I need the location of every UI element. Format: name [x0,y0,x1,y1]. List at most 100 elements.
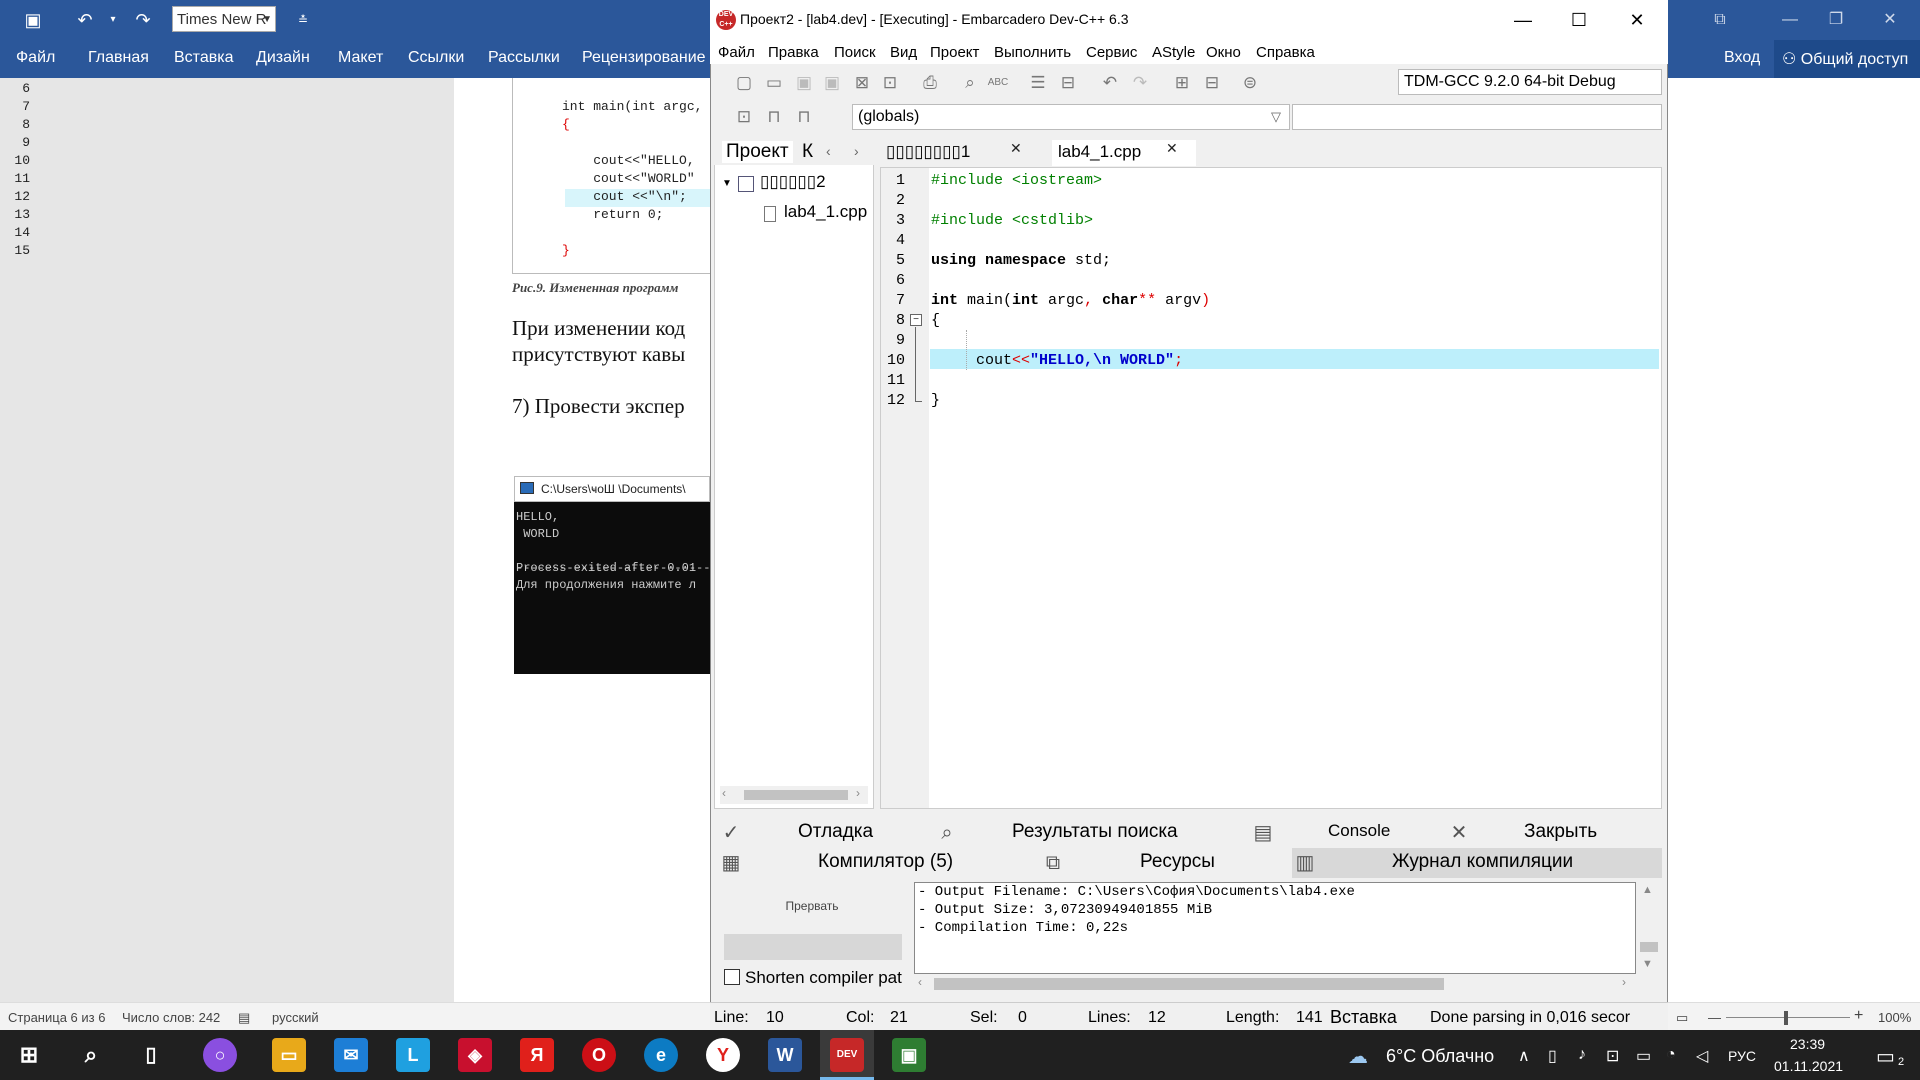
minimize-icon[interactable]: — [1770,6,1810,34]
input-language[interactable]: РУС [1728,1048,1756,1064]
customize-qat-icon[interactable]: ≛ [290,8,316,32]
alice-icon[interactable]: ○ [203,1038,237,1072]
close-tab-icon[interactable]: ✕ [1010,140,1022,157]
clock-time[interactable]: 23:39 [1790,1036,1825,1052]
chevron-left-icon[interactable]: ‹ [918,975,922,989]
globals-select[interactable]: (globals) ▽ [852,104,1290,130]
tab-search-results[interactable]: Результаты поиска [1012,821,1178,843]
ribbon-tab-mailings[interactable]: Рассылки [488,49,560,67]
proofing-icon[interactable]: ▤ [238,1010,250,1026]
device-icon[interactable]: ▯ [1548,1046,1557,1066]
redo-icon[interactable]: ↷ [1128,71,1152,95]
microphone-icon[interactable]: ♪ [1578,1046,1586,1064]
tab-console[interactable]: Console [1328,821,1390,841]
mail-icon[interactable]: ✉ [334,1038,368,1072]
close-all-icon[interactable]: ⊡ [878,71,902,95]
tree-file[interactable]: lab4_1.cpp [784,202,867,222]
ribbon-tab-file[interactable]: Файл [16,49,55,67]
undo-icon[interactable]: ↶ [72,8,98,32]
redo-icon[interactable]: ↷ [130,8,156,32]
close-file-icon[interactable]: ⊠ [850,71,874,95]
close-icon[interactable]: ✕ [1614,6,1660,34]
goto-icon[interactable]: ⊜ [1238,71,1262,95]
app-window-icon[interactable]: ▣ [892,1038,926,1072]
view-mode-icon[interactable]: ▭ [1676,1010,1688,1026]
menu-edit[interactable]: Правка [768,44,819,61]
zoom-out-icon[interactable]: — [1708,1010,1721,1025]
replace-icon[interactable]: ABC [986,71,1010,95]
yandex-icon[interactable]: Я [520,1038,554,1072]
ribbon-tab-references[interactable]: Ссылки [408,49,464,67]
task-view-icon[interactable]: ▯ [134,1038,168,1072]
restore-icon[interactable]: ❐ [1816,6,1856,34]
save-all-icon[interactable]: ▣ [820,71,844,95]
menu-tools[interactable]: Сервис [1086,44,1137,61]
signin-link[interactable]: Вход [1724,49,1760,67]
clock-date[interactable]: 01.11.2021 [1774,1058,1843,1074]
word-count[interactable]: Число слов: 242 [122,1010,220,1025]
save-icon[interactable]: ▣ [792,71,816,95]
yandex-browser-icon[interactable]: Y [706,1038,740,1072]
share-button[interactable]: ⚇ Общий доступ [1774,40,1920,78]
font-name-box[interactable]: Times New R ▼ [172,6,276,32]
menu-search[interactable]: Поиск [834,44,876,61]
undo-icon[interactable]: ↶ [1098,71,1122,95]
opera-icon[interactable]: O [582,1038,616,1072]
minimize-icon[interactable]: — [1500,6,1546,34]
compiler-select[interactable]: TDM-GCC 9.2.0 64-bit Debug [1398,69,1662,95]
ribbon-tab-insert[interactable]: Вставка [174,49,233,67]
menu-file[interactable]: Файл [718,44,755,61]
chevron-right-icon[interactable]: › [856,786,860,800]
page-count[interactable]: Страница 6 из 6 [8,1010,105,1025]
tab-project[interactable]: Проект [722,141,793,163]
bookmark-icon[interactable]: ⊓ [762,105,786,129]
devcpp-icon[interactable]: DEV [830,1038,864,1072]
menu-help[interactable]: Справка [1256,44,1315,61]
scroll-thumb[interactable] [744,790,848,800]
network-icon[interactable]: ⊡ [1606,1046,1619,1066]
menu-astyle[interactable]: AStyle [1152,44,1195,61]
fold-collapse-icon[interactable]: − [910,314,922,326]
shorten-paths-checkbox[interactable]: Shorten compiler pat [724,968,902,988]
zoom-slider[interactable] [1726,1017,1850,1018]
chevron-up-icon[interactable]: ▲ [1642,884,1653,896]
file-explorer-icon[interactable]: ▭ [272,1038,306,1072]
ribbon-tab-review[interactable]: Рецензирование [582,49,706,67]
undo-dropdown-icon[interactable]: ▾ [100,8,126,32]
scroll-thumb[interactable] [1640,942,1658,952]
windows-start-icon[interactable]: ⊞ [12,1038,46,1072]
bookmark-goto-icon[interactable]: ⊓ [792,105,816,129]
zoom-in-icon[interactable]: + [1854,1007,1863,1025]
search-icon[interactable]: ⌕ [74,1038,108,1072]
function-select[interactable] [1292,104,1662,130]
notifications-icon[interactable]: ▭ [1876,1044,1895,1069]
tab-project-file[interactable]: ▯▯▯▯▯▯▯▯1 [880,140,976,166]
battery-icon[interactable]: ▭ [1636,1046,1651,1066]
chevron-left-icon[interactable]: ‹ [826,143,831,159]
print-icon[interactable]: ⎙ [918,71,942,95]
close-tab-icon[interactable]: ✕ [1166,140,1178,157]
close-icon[interactable]: ✕ [1446,820,1472,846]
chevron-up-icon[interactable]: ∧ [1518,1046,1530,1066]
weather-text[interactable]: 6°C Облачно [1386,1046,1494,1067]
chevron-down-icon[interactable]: ▼ [1642,958,1653,970]
tab-compile-log[interactable]: Журнал компиляции [1392,851,1573,873]
close-icon[interactable]: ✕ [1870,6,1910,34]
ribbon-display-icon[interactable]: ⧉ [1700,6,1740,34]
chevron-right-icon[interactable]: › [1622,975,1626,989]
close-panel-button[interactable]: Закрыть [1524,821,1597,843]
tree-expand-icon[interactable]: ▼ [722,178,732,189]
remove-icon[interactable]: ⊟ [1200,71,1224,95]
open-icon[interactable]: ▭ [762,71,786,95]
menu-project[interactable]: Проект [930,44,979,61]
save-icon[interactable]: ▣ [20,8,46,32]
ribbon-tab-home[interactable]: Главная [88,49,149,67]
zoom-slider-thumb[interactable] [1784,1011,1788,1025]
tab-debug[interactable]: Отладка [798,821,873,843]
weather-icon[interactable]: ☁ [1348,1044,1368,1069]
menu-view[interactable]: Вид [890,44,917,61]
find-icon[interactable]: ⌕ [958,71,982,95]
class-browser-icon[interactable]: ⊡ [732,105,756,129]
insert-icon[interactable]: ⊞ [1170,71,1194,95]
word-icon[interactable]: W [768,1038,802,1072]
